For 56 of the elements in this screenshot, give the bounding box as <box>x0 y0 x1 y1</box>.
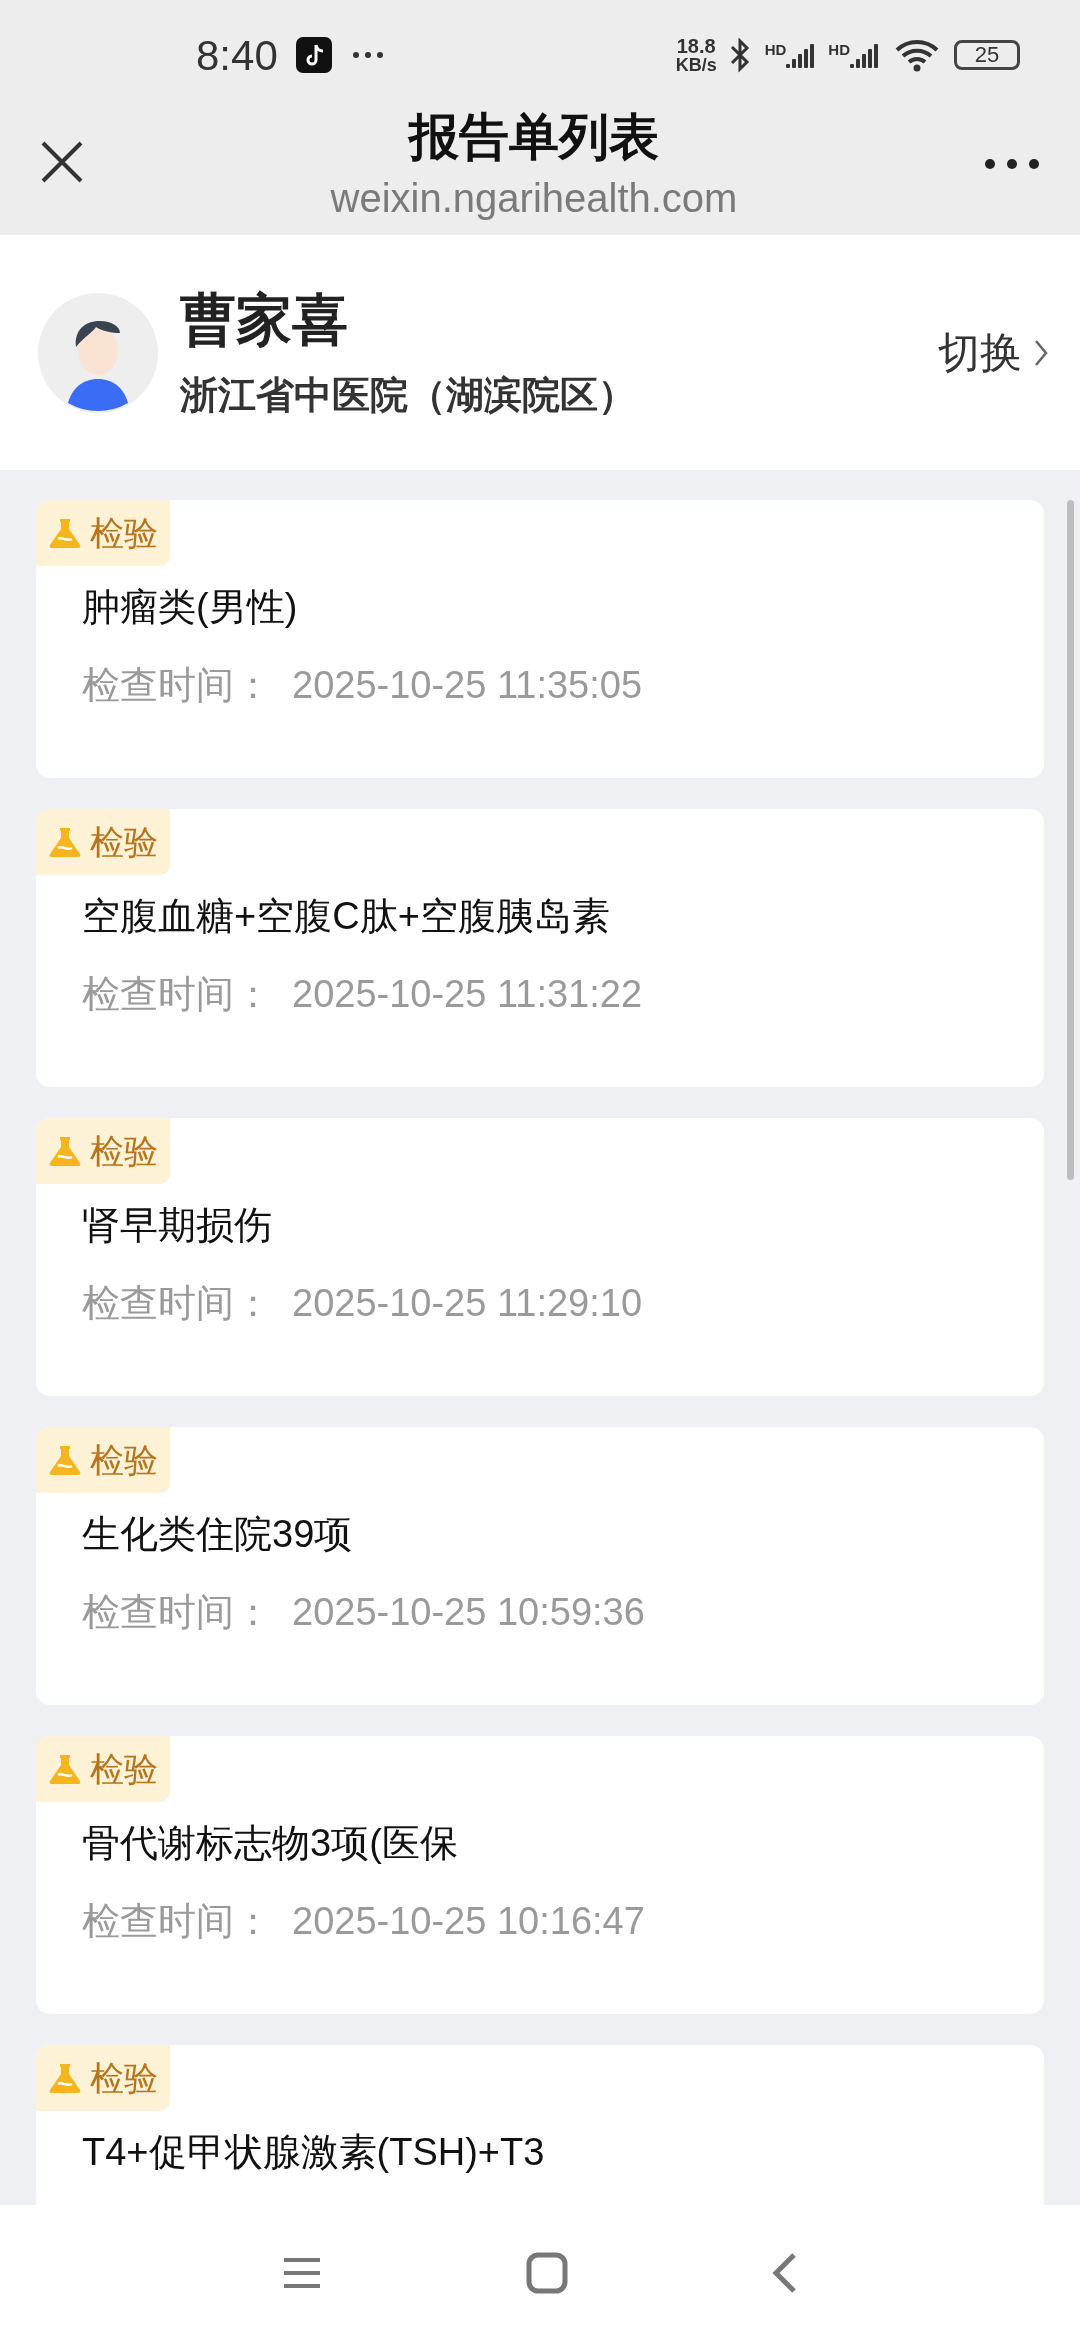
flask-icon <box>48 2062 82 2094</box>
flask-icon <box>48 1444 82 1476</box>
more-icon[interactable] <box>984 158 1040 170</box>
time-label: 检查时间： <box>82 1589 272 1635</box>
menu-icon[interactable] <box>282 2255 322 2290</box>
exam-time: 2025-10-25 10:16:47 <box>292 1898 645 1944</box>
exam-time: 2025-10-25 11:31:22 <box>292 971 643 1017</box>
report-name: 空腹血糖+空腹C肽+空腹胰岛素 <box>82 894 610 939</box>
app-icon <box>295 37 332 73</box>
report-name: 肾早期损伤 <box>82 1203 272 1248</box>
report-name: 肿瘤类(男性) <box>82 585 298 630</box>
time-label: 检查时间： <box>82 1280 272 1326</box>
exam-time: 2025-10-25 11:29:10 <box>292 1280 643 1326</box>
signal-icon <box>850 42 880 68</box>
back-icon[interactable] <box>772 2251 798 2294</box>
chevron-right-icon <box>1034 338 1048 367</box>
flask-icon <box>48 1135 82 1167</box>
category-label: 检验 <box>90 1439 158 1481</box>
time-label: 检查时间： <box>82 1898 272 1944</box>
patient-name: 曹家喜 <box>180 291 349 348</box>
network-speed-unit: KB/s <box>675 56 717 74</box>
category-label: 检验 <box>90 821 158 863</box>
report-card[interactable]: 检验 T4+促甲状腺激素(TSH)+T3 <box>36 2045 1044 2205</box>
signal-icon <box>786 42 817 68</box>
close-icon <box>40 140 84 184</box>
category-label: 检验 <box>90 512 158 554</box>
report-card[interactable]: 检验 空腹血糖+空腹C肽+空腹胰岛素 检查时间： 2025-10-25 11:31:22 <box>36 809 1044 1087</box>
page-title: 报告单列表 <box>409 112 659 162</box>
category-label: 检验 <box>90 2057 158 2099</box>
report-card[interactable]: 检验 生化类住院39项 检查时间： 2025-10-25 10:59:36 <box>36 1427 1044 1705</box>
exam-time: 2025-10-25 10:59:36 <box>292 1589 645 1635</box>
switch-button[interactable]: 切换 <box>938 321 1048 384</box>
time-label: 检查时间： <box>82 662 272 708</box>
home-icon[interactable] <box>526 2251 568 2294</box>
clock: 8:40 <box>196 30 278 81</box>
flask-icon <box>48 1753 82 1785</box>
hd-label: HD <box>764 42 787 57</box>
flask-icon <box>48 826 82 858</box>
site-url: weixin.ngarihealth.com <box>330 178 738 218</box>
category-label: 检验 <box>90 1130 158 1172</box>
report-card[interactable]: 检验 骨代谢标志物3项(医保 检查时间： 2025-10-25 10:16:47 <box>36 1736 1044 2014</box>
flask-icon <box>48 517 82 549</box>
hospital-name: 浙江省中医院（湖滨院区） <box>180 375 637 414</box>
time-label: 检查时间： <box>82 971 272 1017</box>
battery-indicator: 25 <box>954 40 1020 70</box>
wifi-icon <box>894 38 940 72</box>
exam-time: 2025-10-25 11:35:05 <box>292 662 643 708</box>
hd-label: HD <box>828 42 850 57</box>
network-speed: 18.8 <box>676 36 716 56</box>
category-label: 检验 <box>90 1748 158 1790</box>
report-card[interactable]: 检验 肾早期损伤 检查时间： 2025-10-25 11:29:10 <box>36 1118 1044 1396</box>
report-name: T4+促甲状腺激素(TSH)+T3 <box>82 2130 545 2175</box>
report-name: 生化类住院39项 <box>82 1512 353 1557</box>
report-card[interactable]: 检验 肿瘤类(男性) 检查时间： 2025-10-25 11:35:05 <box>36 500 1044 778</box>
more-notifications-icon <box>351 51 384 59</box>
report-name: 骨代谢标志物3项(医保 <box>82 1821 458 1866</box>
